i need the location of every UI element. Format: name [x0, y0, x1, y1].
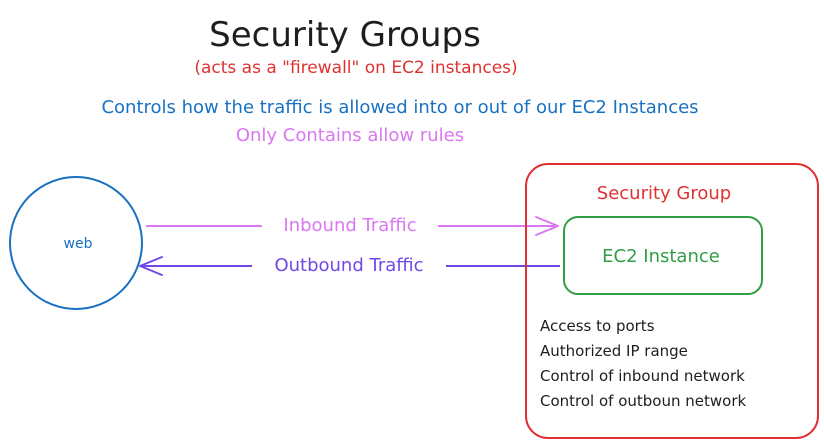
outbound-arrow: Outbound Traffic — [139, 252, 560, 278]
security-group-label: Security Group — [597, 183, 731, 204]
feature-item: Access to ports — [540, 317, 655, 335]
web-node: web — [9, 176, 143, 310]
ec2-instance: EC2 Instance — [563, 216, 763, 295]
diagram-title: Security Groups — [209, 15, 481, 55]
inbound-label: Inbound Traffic — [283, 215, 416, 236]
diagram-subtitle: (acts as a "firewall" on EC2 instances) — [194, 58, 517, 78]
diagram-description: Controls how the traffic is allowed into… — [101, 97, 698, 118]
web-label: web — [64, 236, 93, 252]
ec2-instance-label: EC2 Instance — [602, 246, 720, 267]
outbound-label: Outbound Traffic — [274, 255, 423, 276]
inbound-arrow: Inbound Traffic — [146, 212, 559, 238]
feature-item: Control of outboun network — [540, 392, 746, 410]
security-group-box: Security Group EC2 Instance Access to po… — [525, 163, 819, 439]
security-group-features: Access to ports Authorized IP range Cont… — [540, 317, 746, 410]
feature-item: Authorized IP range — [540, 342, 688, 360]
security-groups-diagram: Security Groups (acts as a "firewall" on… — [9, 15, 819, 439]
feature-item: Control of inbound network — [540, 367, 745, 385]
allow-rules-note: Only Contains allow rules — [236, 125, 464, 146]
